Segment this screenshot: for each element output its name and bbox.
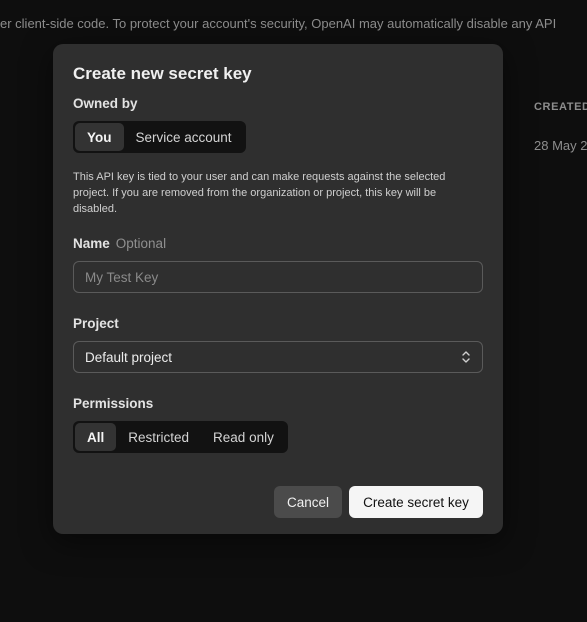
- created-column-header: CREATED: [534, 101, 587, 113]
- cancel-button[interactable]: Cancel: [274, 486, 342, 518]
- name-optional-hint: Optional: [115, 236, 167, 251]
- dialog-title: Create new secret key: [73, 64, 252, 83]
- permissions-option-read-only[interactable]: Read only: [201, 423, 286, 451]
- permissions-segmented-control: All Restricted Read only: [73, 421, 288, 453]
- permissions-option-all[interactable]: All: [75, 423, 117, 451]
- name-input[interactable]: [73, 261, 483, 293]
- project-select[interactable]: Default project: [73, 341, 483, 373]
- api-key-description: This API key is tied to your user and ca…: [73, 171, 446, 215]
- created-date-cell: 28 May 2: [534, 138, 587, 153]
- project-select-value: Default project: [85, 349, 173, 365]
- chevron-up-down-icon: [461, 350, 471, 364]
- name-label-text: Name: [73, 236, 110, 251]
- permissions-option-restricted[interactable]: Restricted: [116, 423, 201, 451]
- name-label: Name Optional: [73, 236, 166, 251]
- owned-by-segmented-control: You Service account: [73, 121, 246, 153]
- owned-by-option-service-account[interactable]: Service account: [124, 123, 244, 151]
- security-notice-text: er client-side code. To protect your acc…: [0, 16, 557, 31]
- create-secret-key-dialog: Create new secret key Owned by You Servi…: [53, 44, 503, 534]
- create-secret-key-button[interactable]: Create secret key: [349, 486, 483, 518]
- permissions-label: Permissions: [73, 396, 154, 411]
- owned-by-label: Owned by: [73, 96, 138, 111]
- project-label: Project: [73, 316, 119, 331]
- owned-by-option-you[interactable]: You: [75, 123, 124, 151]
